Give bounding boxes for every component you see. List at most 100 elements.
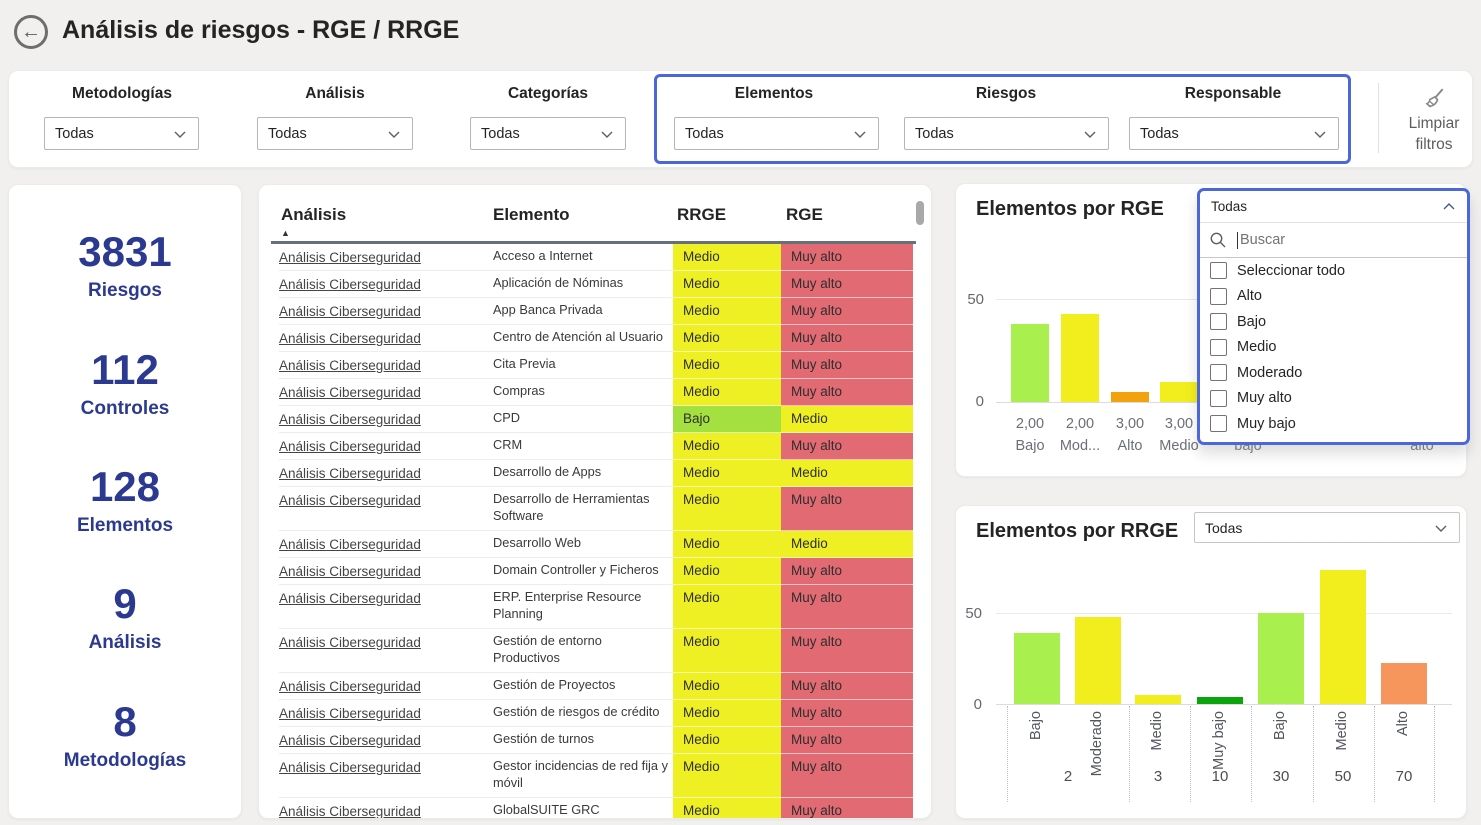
checkbox-unchecked[interactable] — [1210, 339, 1227, 356]
rge-cell: Medio — [781, 531, 913, 558]
chevron-down-icon — [386, 127, 402, 141]
analysis-link[interactable]: Análisis Ciberseguridad — [279, 331, 421, 346]
analysis-link[interactable]: Análisis Ciberseguridad — [279, 635, 421, 650]
checkbox-unchecked[interactable] — [1210, 262, 1227, 279]
filter-select-categorias[interactable]: Todas — [470, 117, 626, 150]
analysis-link[interactable]: Análisis Ciberseguridad — [279, 385, 421, 400]
rrge-filter-dropdown[interactable]: Todas — [1194, 512, 1460, 543]
table-row: Análisis CiberseguridadGestor incidencia… — [279, 754, 913, 798]
analysis-link[interactable]: Análisis Ciberseguridad — [279, 706, 421, 721]
bar-alto[interactable] — [1111, 392, 1149, 402]
gridline-50 — [996, 613, 1452, 614]
bar-medio[interactable] — [1160, 382, 1198, 402]
popup-option-muy-alto[interactable]: Muy alto — [1200, 386, 1467, 412]
popup-option-muy-bajo[interactable]: Muy bajo — [1200, 411, 1467, 437]
analysis-link[interactable]: Análisis Ciberseguridad — [279, 564, 421, 579]
filter-select-responsable[interactable]: Todas — [1129, 117, 1339, 150]
filter-label-responsable: Responsable — [1133, 85, 1333, 103]
kpi-metodologias: 8Metodologías — [64, 701, 186, 772]
rge-cell: Muy alto — [781, 325, 913, 352]
bar-medio[interactable] — [1320, 570, 1366, 704]
axis-separator — [1313, 706, 1314, 802]
clear-filters-label-2: filtros — [1391, 134, 1477, 155]
analysis-link[interactable]: Análisis Ciberseguridad — [279, 591, 421, 606]
table-row: Análisis CiberseguridadCita PreviaMedioM… — [279, 352, 913, 379]
filter-select-riesgos[interactable]: Todas — [904, 117, 1109, 150]
bar-muy-bajo[interactable] — [1197, 697, 1243, 704]
rrge-filter-value: Todas — [1205, 520, 1242, 536]
table-row: Análisis CiberseguridadAcceso a Internet… — [279, 244, 913, 271]
bar-alto[interactable] — [1381, 663, 1427, 704]
popup-option-bajo[interactable]: Bajo — [1200, 309, 1467, 335]
checkbox-unchecked[interactable] — [1210, 364, 1227, 381]
analysis-cell: Análisis Ciberseguridad — [279, 325, 493, 352]
bar-medio[interactable] — [1135, 695, 1181, 704]
col-header-analisis[interactable]: Análisis — [281, 205, 346, 225]
popup-header[interactable]: Todas — [1200, 191, 1467, 223]
chart1-ytick-50: 50 — [958, 291, 984, 308]
analysis-link[interactable]: Análisis Ciberseguridad — [279, 804, 421, 819]
analysis-link[interactable]: Análisis Ciberseguridad — [279, 760, 421, 775]
risk-table: Análisis Elemento RRGE RGE ▲ Análisis Ci… — [258, 184, 932, 819]
filter-label-elementos: Elementos — [674, 85, 874, 103]
bar-bajo[interactable] — [1011, 324, 1049, 402]
popup-option-seleccionar-todo[interactable]: Seleccionar todo — [1200, 258, 1467, 284]
filter-select-metodologias[interactable]: Todas — [44, 117, 199, 150]
clear-filters-button[interactable]: Limpiar filtros — [1391, 87, 1477, 155]
checkbox-unchecked[interactable] — [1210, 288, 1227, 305]
filter-select-analisis[interactable]: Todas — [257, 117, 413, 150]
rrge-cell: Medio — [673, 629, 781, 673]
analysis-link[interactable]: Análisis Ciberseguridad — [279, 412, 421, 427]
rge-cell: Muy alto — [781, 629, 913, 673]
bar-mod-[interactable] — [1061, 314, 1099, 402]
rrge-cell: Medio — [673, 298, 781, 325]
analysis-link[interactable]: Análisis Ciberseguridad — [279, 304, 421, 319]
rge-cell: Muy alto — [781, 487, 913, 531]
xaxis-category-label: Medio — [1149, 711, 1167, 811]
back-button[interactable]: ← — [14, 15, 48, 49]
analysis-link[interactable]: Análisis Ciberseguridad — [279, 277, 421, 292]
element-cell: Desarrollo de Apps — [493, 460, 673, 487]
analysis-link[interactable]: Análisis Ciberseguridad — [279, 250, 421, 265]
analysis-link[interactable]: Análisis Ciberseguridad — [279, 358, 421, 373]
analysis-link[interactable]: Análisis Ciberseguridad — [279, 537, 421, 552]
rrge-cell: Medio — [673, 754, 781, 798]
bar-moderado[interactable] — [1075, 617, 1121, 704]
analysis-link[interactable]: Análisis Ciberseguridad — [279, 439, 421, 454]
search-input[interactable]: Buscar — [1200, 223, 1467, 258]
popup-option-alto[interactable]: Alto — [1200, 284, 1467, 310]
element-cell: App Banca Privada — [493, 298, 673, 325]
analysis-cell: Análisis Ciberseguridad — [279, 585, 493, 629]
filter-label-analisis: Análisis — [235, 85, 435, 103]
col-header-rrge[interactable]: RRGE — [677, 205, 726, 225]
checkbox-unchecked[interactable] — [1210, 313, 1227, 330]
analysis-link[interactable]: Análisis Ciberseguridad — [279, 466, 421, 481]
analysis-cell: Análisis Ciberseguridad — [279, 531, 493, 558]
axis-separator — [1129, 706, 1130, 802]
rge-cell: Muy alto — [781, 585, 913, 629]
kpi-label: Riesgos — [78, 280, 171, 302]
analysis-cell: Análisis Ciberseguridad — [279, 352, 493, 379]
table-row: Análisis Ciberseguridad Centro de Atenció… — [279, 325, 913, 352]
col-header-elemento[interactable]: Elemento — [493, 205, 570, 225]
bar-bajo[interactable] — [1258, 613, 1304, 704]
analysis-cell: Análisis Ciberseguridad — [279, 433, 493, 460]
analysis-link[interactable]: Análisis Ciberseguridad — [279, 733, 421, 748]
chart-elementos-por-rrge: Elementos por RRGE Todas 50 0 BajoModera… — [955, 505, 1467, 819]
analysis-link[interactable]: Análisis Ciberseguridad — [279, 679, 421, 694]
col-header-rge[interactable]: RGE — [786, 205, 823, 225]
table-row: Análisis CiberseguridadComprasMedioMuy a… — [279, 379, 913, 406]
kpi-value: 9 — [89, 583, 162, 625]
bar-bajo[interactable] — [1014, 633, 1060, 704]
kpi-controles: 112Controles — [81, 349, 170, 420]
table-scrollbar-thumb[interactable] — [916, 201, 924, 225]
checkbox-unchecked[interactable] — [1210, 415, 1227, 432]
popup-option-moderado[interactable]: Moderado — [1200, 360, 1467, 386]
element-cell: Centro de Atención al Usuario — [493, 325, 673, 352]
rrge-cell: Medio — [673, 727, 781, 754]
analysis-cell: Análisis Ciberseguridad — [279, 298, 493, 325]
popup-option-medio[interactable]: Medio — [1200, 335, 1467, 361]
filter-select-elementos[interactable]: Todas — [674, 117, 879, 150]
checkbox-unchecked[interactable] — [1210, 390, 1227, 407]
analysis-link[interactable]: Análisis Ciberseguridad — [279, 493, 421, 508]
